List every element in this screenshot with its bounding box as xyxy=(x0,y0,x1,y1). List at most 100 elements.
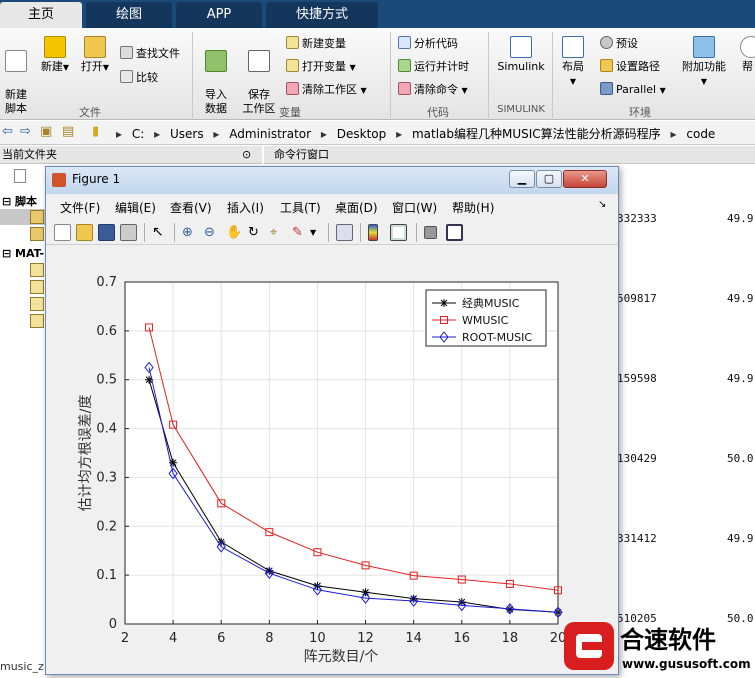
new-variable-label: 新建变量 xyxy=(302,37,346,50)
rotate-3d-icon[interactable]: ↻ xyxy=(248,224,265,241)
colorbar-icon[interactable] xyxy=(368,224,378,241)
menu-help[interactable]: 帮助(H) xyxy=(452,199,494,216)
browse-folder-icon[interactable]: ▤ xyxy=(62,124,74,139)
parallel-button[interactable]: Parallel ▼ xyxy=(600,82,666,98)
ribbon-toolstrip: 新建 脚本 新建▼ 打开▼ 查找文件 比较 文件 导入 数据 保存 工作区 新建… xyxy=(0,28,755,120)
up-folder-icon[interactable]: ▣ xyxy=(40,124,52,139)
forward-arrow-icon[interactable]: ⇨ xyxy=(20,124,31,139)
show-plot-tools-icon[interactable] xyxy=(446,224,463,241)
new-button[interactable]: 新建▼ xyxy=(40,36,70,75)
find-files-button[interactable]: 查找文件 xyxy=(120,46,180,62)
tab-shortcuts[interactable]: 快捷方式 xyxy=(266,2,378,28)
parallel-icon xyxy=(600,82,613,95)
x-tick-label: 10 xyxy=(309,631,326,646)
x-tick-label: 12 xyxy=(357,631,374,646)
save-icon[interactable] xyxy=(98,224,115,241)
compare-button[interactable]: 比较 xyxy=(120,70,158,86)
output-value: 49.9 xyxy=(727,212,754,225)
breadcrumb-code[interactable]: code xyxy=(686,127,715,141)
back-arrow-icon[interactable]: ⇦ xyxy=(2,124,13,139)
simulink-section-label: SIMULINK xyxy=(497,104,545,115)
preferences-label: 预设 xyxy=(616,37,638,50)
new-variable-button[interactable]: 新建变量 xyxy=(286,36,346,52)
menu-insert[interactable]: 插入(I) xyxy=(227,199,264,216)
run-timer-icon xyxy=(398,59,411,72)
run-and-time-label: 运行并计时 xyxy=(414,60,469,73)
zoom-out-icon[interactable]: ⊖ xyxy=(204,224,221,241)
menu-edit[interactable]: 编辑(E) xyxy=(115,199,156,216)
print-icon[interactable] xyxy=(120,224,137,241)
set-path-label: 设置路径 xyxy=(616,60,660,73)
analyze-icon xyxy=(398,36,411,49)
chevron-down-icon: ▼ xyxy=(569,77,577,86)
menu-tools[interactable]: 工具(T) xyxy=(280,199,321,216)
set-path-button[interactable]: 设置路径 xyxy=(600,59,660,75)
output-value: 49.9 xyxy=(727,532,754,545)
menu-file[interactable]: 文件(F) xyxy=(60,199,100,216)
ribbon-tab-bar: 主页 绘图 APP 快捷方式 xyxy=(0,0,755,28)
tab-home[interactable]: 主页 xyxy=(0,2,82,28)
mat-file-icon xyxy=(30,297,44,311)
minimize-button[interactable]: ▁ xyxy=(509,170,535,188)
clear-commands-label: 清除命令 xyxy=(414,83,458,96)
help-button[interactable]: 帮 xyxy=(740,36,755,74)
legend-icon[interactable] xyxy=(390,224,407,241)
analyze-code-button[interactable]: 分析代码 xyxy=(398,36,458,52)
menu-view[interactable]: 查看(V) xyxy=(170,199,212,216)
breadcrumb-administrator[interactable]: Administrator xyxy=(229,127,311,141)
data-cursor-icon[interactable]: ⌖ xyxy=(270,224,287,241)
dock-arrow-icon[interactable]: ↘ xyxy=(598,199,606,210)
tree-scripts-label: 脚本 xyxy=(15,195,38,208)
clear-commands-button[interactable]: 清除命令 ▼ xyxy=(398,82,468,98)
preferences-button[interactable]: 预设 xyxy=(600,36,638,52)
address-bar: ⇦ ⇨ ▣ ▤ ▮ ▸ C: ▸ Users ▸ Administrator ▸… xyxy=(0,121,755,145)
tab-plots[interactable]: 绘图 xyxy=(86,2,172,28)
x-axis-label: 阵元数目/个 xyxy=(304,649,379,665)
open-file-icon[interactable] xyxy=(76,224,93,241)
breadcrumb-desktop[interactable]: Desktop xyxy=(337,127,387,141)
x-tick-label: 18 xyxy=(502,631,519,646)
panel-menu-icon[interactable]: ⊙ xyxy=(242,146,251,164)
figure-title-bar[interactable]: Figure 1 ▁ ▢ ✕ xyxy=(46,167,618,194)
close-button[interactable]: ✕ xyxy=(563,170,607,188)
tab-apps[interactable]: APP xyxy=(176,2,262,28)
addons-button[interactable]: 附加功能 ▼ xyxy=(680,36,728,89)
brush-icon[interactable]: ✎ xyxy=(292,224,309,241)
chevron-down-icon: ▼ xyxy=(461,86,468,95)
simulink-button[interactable]: Simulink xyxy=(494,36,548,74)
pan-hand-icon[interactable]: ✋ xyxy=(226,224,243,241)
watermark-url: www.gususoft.com xyxy=(622,657,751,671)
new-script-button[interactable]: 新建 脚本 xyxy=(2,36,30,116)
menu-window[interactable]: 窗口(W) xyxy=(392,199,437,216)
zoom-in-icon[interactable]: ⊕ xyxy=(182,224,199,241)
run-and-time-button[interactable]: 运行并计时 xyxy=(398,59,469,75)
hide-plot-tools-icon[interactable] xyxy=(424,226,437,239)
y-tick-label: 0.5 xyxy=(96,373,117,388)
open-button[interactable]: 打开▼ xyxy=(80,36,110,75)
breadcrumb-drive[interactable]: C: xyxy=(132,127,144,141)
link-plot-icon[interactable] xyxy=(336,224,353,241)
legend[interactable]: 经典MUSIC WMUSIC ROOT-MUSIC xyxy=(425,289,547,347)
tree-group-scripts[interactable]: ⊟ 脚本 xyxy=(2,193,37,209)
clear-workspace-button[interactable]: 清除工作区 ▼ xyxy=(286,82,367,98)
status-filename: music_z xyxy=(0,660,44,673)
layout-button[interactable]: 布局 ▼ xyxy=(558,36,588,89)
x-tick-label: 6 xyxy=(217,631,225,646)
y-tick-label: 0.7 xyxy=(96,275,117,290)
chevron-down-icon: ▼ xyxy=(659,86,666,95)
new-figure-icon[interactable] xyxy=(54,224,71,241)
tree-group-mat[interactable]: ⊟ MAT- xyxy=(2,247,44,260)
breadcrumb-users[interactable]: Users xyxy=(170,127,204,141)
help-label: 帮 xyxy=(742,60,753,73)
breadcrumb-project[interactable]: matlab编程几种MUSIC算法性能分析源码程序 xyxy=(412,127,661,141)
chevron-down-icon[interactable]: ▼ xyxy=(310,224,327,241)
breadcrumb-separator: ▸ xyxy=(213,127,220,141)
addons-label: 附加功能 xyxy=(682,60,726,73)
open-variable-button[interactable]: 打开变量 ▼ xyxy=(286,59,356,75)
asterisk-marker xyxy=(440,299,448,307)
import-data-button[interactable]: 导入 数据 xyxy=(200,36,232,116)
maximize-button[interactable]: ▢ xyxy=(536,170,562,188)
toolbar-divider xyxy=(144,223,145,242)
menu-desktop[interactable]: 桌面(D) xyxy=(335,199,378,216)
pointer-icon[interactable]: ↖ xyxy=(152,224,169,241)
